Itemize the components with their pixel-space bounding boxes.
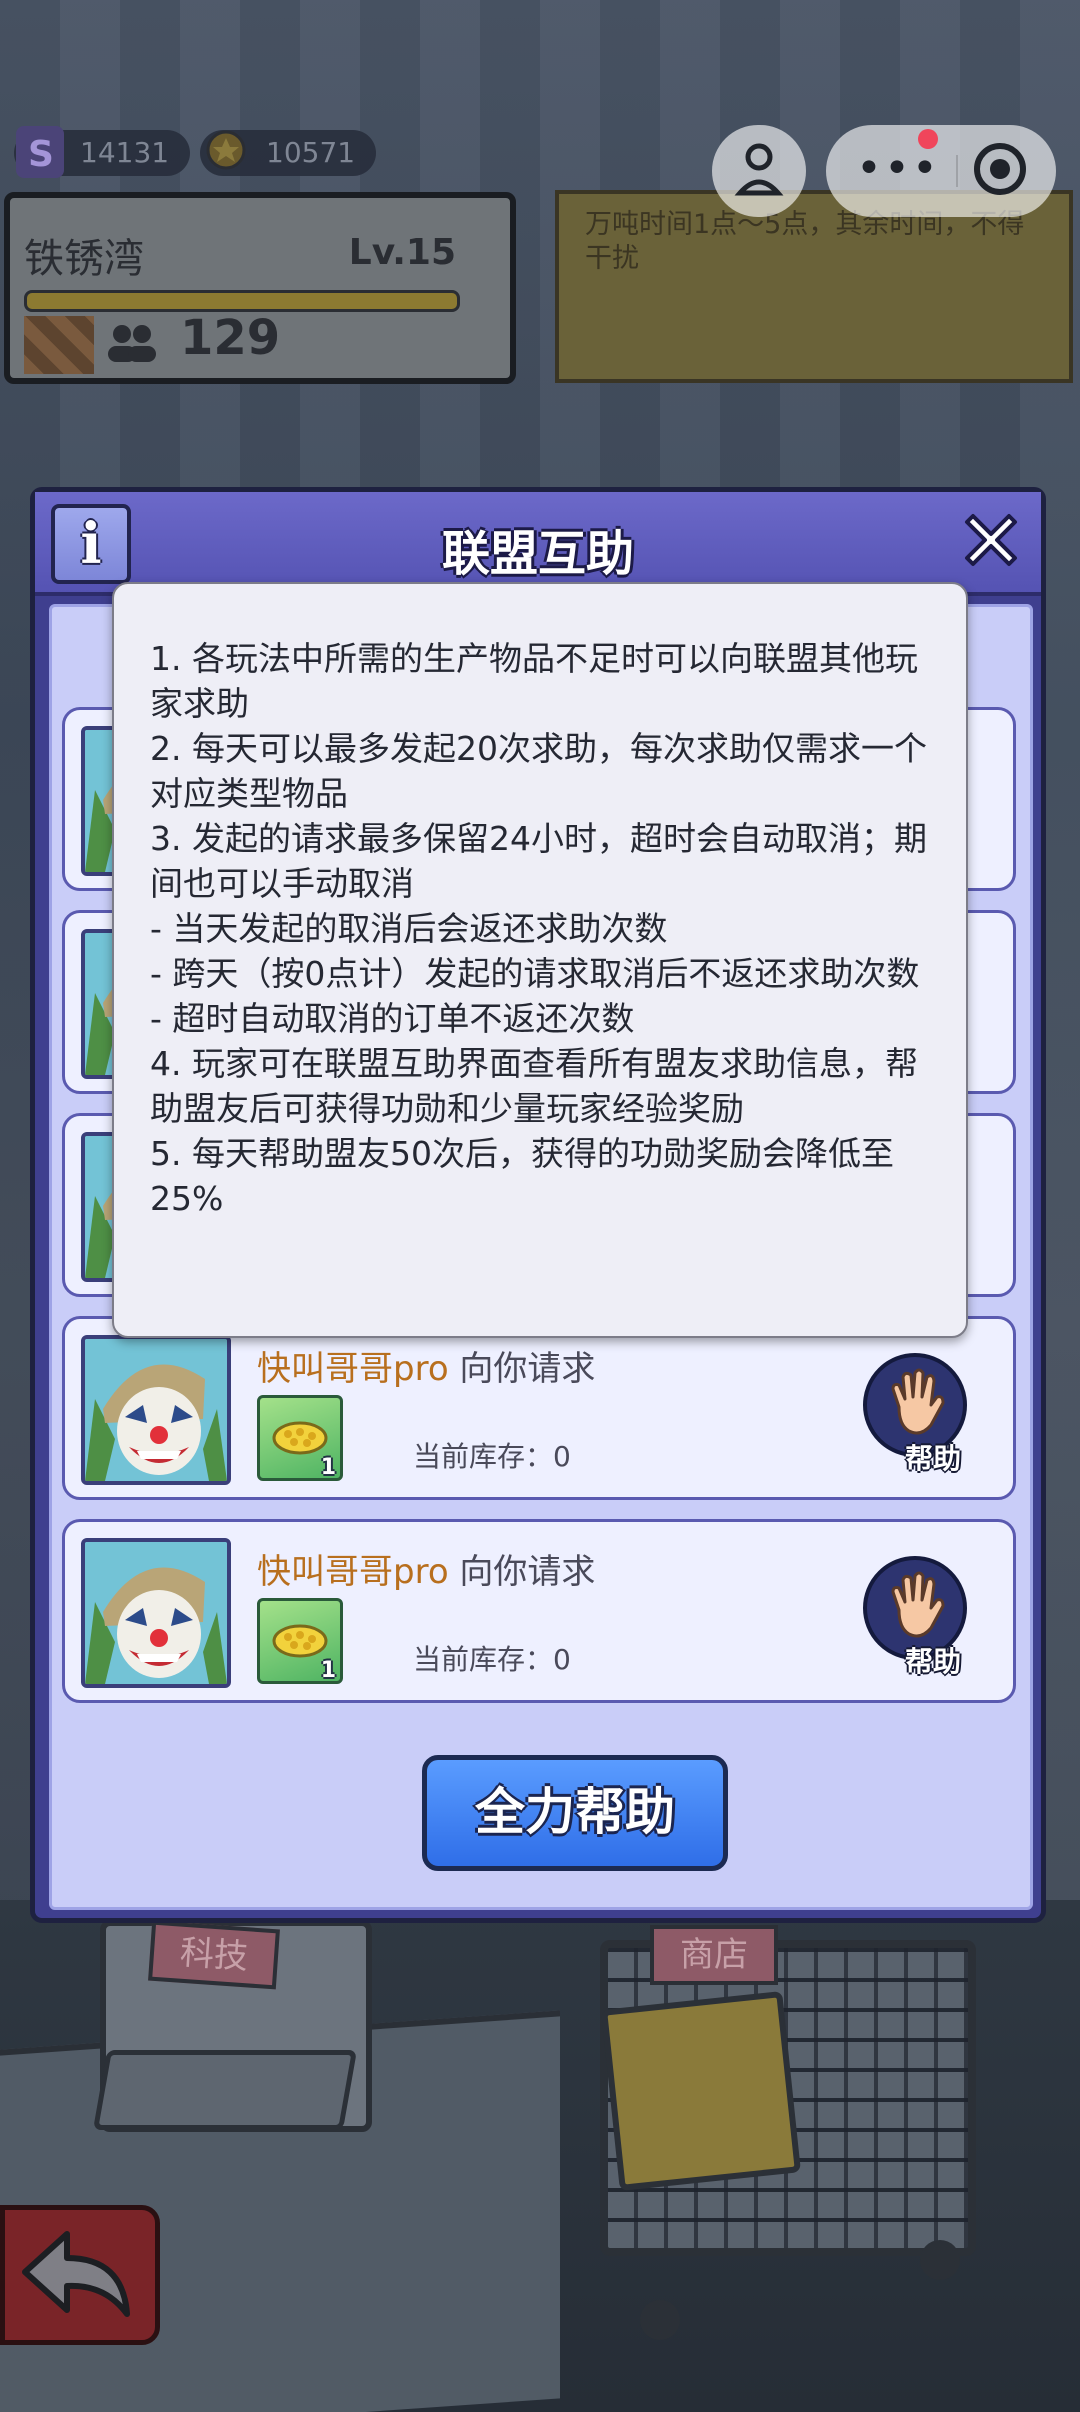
rule-line: 5. 每天帮助盟友50次后，获得的功勋奖励会降低至25%: [150, 1134, 894, 1218]
keyboard-prop: [92, 2050, 358, 2130]
city-level: Lv.15: [348, 232, 456, 273]
requester-name[interactable]: 快叫哥哥pro: [257, 1349, 449, 1389]
rule-line: - 超时自动取消的订单不返还次数: [150, 999, 635, 1038]
rule-line: 3. 发起的请求最多保留24小时，超时会自动取消；期间也可以手动取消: [150, 819, 927, 903]
hand-icon: [891, 1571, 945, 1638]
rule-line: 4. 玩家可在联盟互助界面查看所有盟友求助信息，帮助盟友后可获得功勋和少量玩家经…: [150, 1044, 918, 1128]
help-label[interactable]: 帮助: [905, 1640, 961, 1680]
capsule-divider: [956, 155, 958, 187]
request-text: 向你请求: [448, 1552, 596, 1592]
rule-line: - 跨天（按0点计）发起的请求取消后不返还求助次数: [150, 954, 920, 993]
modal-header: i 联盟互助: [35, 492, 1041, 596]
currency2-value: 10571: [266, 136, 356, 169]
alliance-flag-icon: [24, 316, 94, 374]
cart-box-prop: [600, 1990, 802, 2192]
rules-text: 1. 各玩法中所需的生产物品不足时可以向联盟其他玩家求助 2. 每天可以最多发起…: [150, 636, 950, 1221]
requested-item[interactable]: 1: [257, 1395, 343, 1481]
requester-name[interactable]: 快叫哥哥pro: [257, 1552, 449, 1592]
target-icon[interactable]: [974, 143, 1026, 195]
current-stock: 当前库存：0: [413, 1440, 571, 1473]
city-exp-bar: [24, 290, 460, 312]
cart-wheel: [640, 2300, 680, 2340]
people-icon: [102, 320, 162, 373]
currency2-counter: 10571: [200, 130, 376, 176]
hand-icon: [891, 1368, 945, 1435]
population-value: 129: [180, 310, 281, 366]
medal-icon: [202, 126, 250, 178]
requested-item[interactable]: 1: [257, 1598, 343, 1684]
back-button[interactable]: [0, 2205, 160, 2345]
item-count: 1: [320, 1658, 336, 1683]
notification-dot: [918, 129, 938, 149]
miniprogram-capsule: •••: [826, 125, 1056, 217]
clown-avatar[interactable]: [81, 1335, 231, 1485]
tech-sign[interactable]: 科技: [148, 1920, 280, 1990]
clown-avatar[interactable]: [81, 1538, 231, 1688]
close-icon[interactable]: [955, 504, 1027, 576]
rule-line: - 当天发起的取消后会返还求助次数: [150, 909, 668, 948]
notice-board: 万吨时间1点～5点，其余时间，不得干扰: [555, 190, 1073, 383]
city-name: 铁锈湾: [24, 236, 144, 282]
svg-text:S: S: [28, 134, 54, 175]
city-info-panel[interactable]: 铁锈湾 Lv.15 129: [4, 192, 516, 384]
cart-wheel: [920, 2240, 960, 2280]
rules-tooltip: 1. 各玩法中所需的生产物品不足时可以向联盟其他玩家求助 2. 每天可以最多发起…: [112, 582, 968, 1338]
currency-s-icon: S: [16, 126, 64, 178]
help-label[interactable]: 帮助: [905, 1437, 961, 1477]
request-row: 快叫哥哥pro 向你请求 1 当前库存：0 帮助: [62, 1519, 1016, 1703]
rule-line: 1. 各玩法中所需的生产物品不足时可以向联盟其他玩家求助: [150, 639, 918, 723]
rule-line: 2. 每天可以最多发起20次求助，每次求助仅需求一个对应类型物品: [150, 729, 927, 813]
back-arrow-icon: [22, 2231, 130, 2317]
modal-title: 联盟互助: [441, 526, 634, 582]
shop-sign[interactable]: 商店: [650, 1925, 778, 1985]
all-help-button[interactable]: 全力帮助: [422, 1755, 728, 1871]
currency1-value: 14131: [80, 136, 170, 169]
more-dots-icon[interactable]: •••: [856, 143, 940, 194]
current-stock: 当前库存：0: [413, 1643, 571, 1676]
request-row: 快叫哥哥pro 向你请求 1 当前库存：0 帮助: [62, 1316, 1016, 1500]
item-count: 1: [320, 1455, 336, 1480]
person-icon: [734, 143, 784, 196]
request-text: 向你请求: [448, 1349, 596, 1389]
profile-capsule-button[interactable]: [712, 125, 806, 217]
currency1-counter: S 14131: [14, 126, 190, 178]
